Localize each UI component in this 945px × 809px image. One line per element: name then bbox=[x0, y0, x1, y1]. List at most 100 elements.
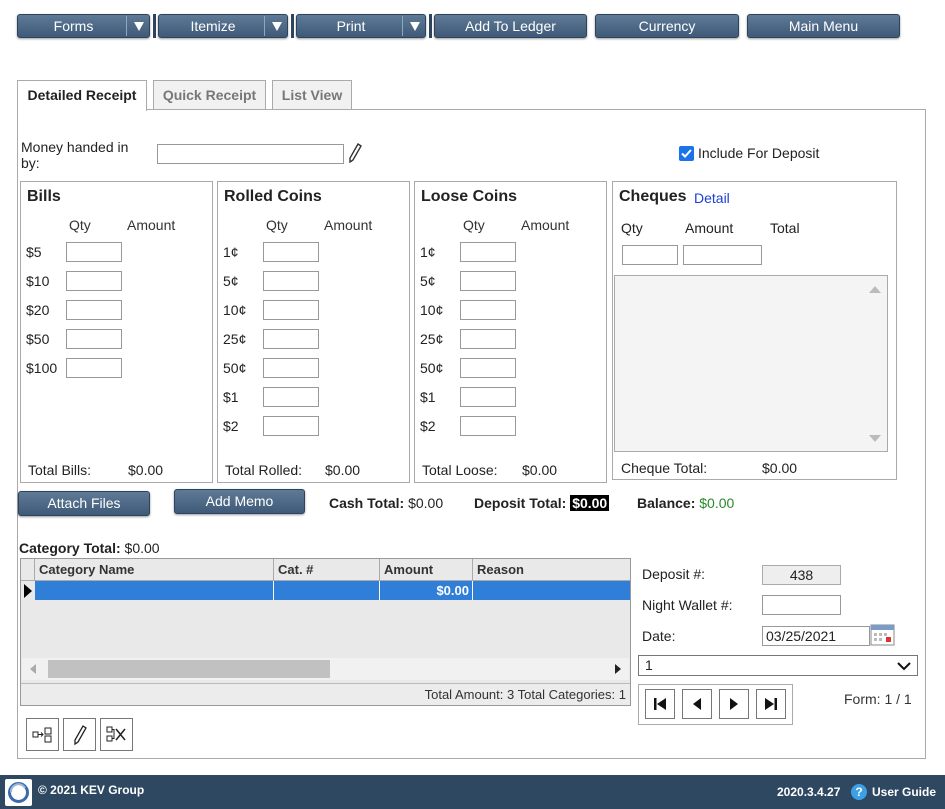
horizontal-scrollbar[interactable] bbox=[22, 658, 629, 680]
user-guide-link[interactable]: User Guide bbox=[872, 785, 936, 799]
rolled-qty-input[interactable] bbox=[263, 300, 319, 320]
first-record-button[interactable] bbox=[645, 689, 675, 719]
rolled-qty-input[interactable] bbox=[263, 387, 319, 407]
loose-qty-input[interactable] bbox=[460, 242, 516, 262]
bills-qty-input[interactable] bbox=[66, 329, 122, 349]
cheque-amount-header: Amount bbox=[685, 220, 734, 236]
amount-header: Amount bbox=[324, 217, 373, 233]
denomination-label: 10¢ bbox=[223, 302, 247, 318]
money-handed-input[interactable] bbox=[157, 144, 344, 164]
cheques-title: Cheques bbox=[619, 188, 687, 205]
delete-category-button[interactable] bbox=[100, 718, 133, 751]
loose-qty-input[interactable] bbox=[460, 416, 516, 436]
tab-detailed-receipt[interactable]: Detailed Receipt bbox=[17, 80, 147, 111]
qty-header: Qty bbox=[69, 217, 91, 233]
bills-qty-input[interactable] bbox=[66, 242, 122, 262]
night-wallet-input[interactable] bbox=[762, 595, 841, 615]
category-grid[interactable]: Category Name Cat. # Amount Reason $0.00… bbox=[20, 558, 631, 706]
chevron-down-icon bbox=[272, 22, 282, 31]
denomination-label: 25¢ bbox=[420, 331, 444, 347]
pencil-icon[interactable] bbox=[348, 143, 362, 166]
last-record-icon bbox=[765, 698, 777, 710]
next-record-button[interactable] bbox=[719, 689, 749, 719]
last-record-button[interactable] bbox=[756, 689, 786, 719]
scroll-left-icon[interactable] bbox=[30, 664, 36, 674]
loose-qty-input[interactable] bbox=[460, 271, 516, 291]
help-icon[interactable]: ? bbox=[851, 784, 867, 800]
add-memo-button[interactable]: Add Memo bbox=[174, 489, 305, 514]
loose-qty-input[interactable] bbox=[460, 300, 516, 320]
bills-qty-input[interactable] bbox=[66, 300, 122, 320]
denomination-label: 5¢ bbox=[223, 273, 239, 289]
kev-logo-icon bbox=[5, 779, 32, 806]
bills-qty-input[interactable] bbox=[66, 358, 122, 378]
toolbar-divider bbox=[291, 14, 294, 38]
scroll-down-icon[interactable] bbox=[869, 435, 881, 442]
main-menu-button[interactable]: Main Menu bbox=[747, 14, 900, 38]
denomination-label: 1¢ bbox=[420, 244, 436, 260]
grid-corner bbox=[21, 559, 35, 581]
column-header-category-name[interactable]: Category Name bbox=[35, 559, 274, 581]
column-header-cat-no[interactable]: Cat. # bbox=[274, 559, 380, 581]
tab-quick-receipt[interactable]: Quick Receipt bbox=[153, 80, 266, 110]
column-header-reason[interactable]: Reason bbox=[473, 559, 630, 581]
qty-header: Qty bbox=[266, 217, 288, 233]
rolled-qty-input[interactable] bbox=[263, 358, 319, 378]
currency-button[interactable]: Currency bbox=[595, 14, 739, 38]
cheque-list[interactable] bbox=[614, 275, 888, 452]
cell-amount[interactable]: $0.00 bbox=[380, 581, 473, 600]
move-category-button[interactable] bbox=[26, 718, 59, 751]
next-record-icon bbox=[730, 698, 738, 710]
loose-qty-input[interactable] bbox=[460, 329, 516, 349]
denomination-label: $10 bbox=[26, 273, 50, 289]
denomination-label: $20 bbox=[26, 302, 50, 318]
rolled-qty-input[interactable] bbox=[263, 416, 319, 436]
previous-record-button[interactable] bbox=[682, 689, 712, 719]
form-select-value: 1 bbox=[645, 657, 653, 673]
money-handed-label: Money handed in by: bbox=[21, 139, 129, 171]
form-select[interactable]: 1 bbox=[638, 655, 918, 676]
itemize-menu-button[interactable]: Itemize bbox=[158, 14, 288, 38]
rolled-qty-input[interactable] bbox=[263, 242, 319, 262]
denomination-label: 5¢ bbox=[420, 273, 436, 289]
cheques-detail-link[interactable]: Detail bbox=[694, 190, 730, 206]
calendar-icon[interactable] bbox=[870, 623, 895, 647]
cell-category-name[interactable] bbox=[35, 581, 274, 600]
loose-qty-input[interactable] bbox=[460, 387, 516, 407]
cell-reason[interactable] bbox=[473, 581, 630, 600]
cheque-qty-input[interactable] bbox=[622, 245, 678, 265]
version-text: 2020.3.4.27 bbox=[777, 785, 841, 799]
scroll-up-icon[interactable] bbox=[869, 286, 881, 293]
date-input[interactable]: 03/25/2021 bbox=[762, 626, 870, 646]
deposit-total: Deposit Total: $0.00 bbox=[474, 495, 610, 511]
loose-qty-input[interactable] bbox=[460, 358, 516, 378]
attach-files-button[interactable]: Attach Files bbox=[18, 491, 150, 516]
rolled-qty-input[interactable] bbox=[263, 329, 319, 349]
print-menu-button[interactable]: Print bbox=[296, 14, 426, 38]
denomination-label: 50¢ bbox=[420, 360, 444, 376]
edit-category-button[interactable] bbox=[63, 718, 96, 751]
cheque-total-value: $0.00 bbox=[762, 460, 798, 476]
deposit-total-label: Deposit Total: bbox=[474, 495, 567, 511]
scrollbar-thumb[interactable] bbox=[48, 660, 330, 678]
form-page-indicator: Form: 1 / 1 bbox=[844, 691, 912, 707]
scroll-right-icon[interactable] bbox=[615, 664, 621, 674]
cheque-amount-input[interactable] bbox=[683, 245, 762, 265]
table-row[interactable]: $0.00 bbox=[35, 581, 630, 600]
tab-list-view[interactable]: List View bbox=[272, 80, 352, 110]
include-deposit-checkbox[interactable] bbox=[679, 146, 694, 161]
previous-record-icon bbox=[693, 698, 701, 710]
cash-total-label: Cash Total: bbox=[329, 495, 405, 511]
bills-qty-input[interactable] bbox=[66, 271, 122, 291]
add-to-ledger-button[interactable]: Add To Ledger bbox=[434, 14, 587, 38]
rolled-qty-input[interactable] bbox=[263, 271, 319, 291]
move-category-icon bbox=[32, 727, 52, 743]
cheque-total-label: Cheque Total: bbox=[621, 460, 708, 476]
cell-cat-no[interactable] bbox=[274, 581, 380, 600]
cheque-qty-header: Qty bbox=[621, 220, 643, 236]
deposit-no-label: Deposit #: bbox=[642, 566, 706, 582]
total-loose-value: $0.00 bbox=[522, 462, 558, 478]
forms-menu-button[interactable]: Forms bbox=[17, 14, 150, 38]
column-header-amount[interactable]: Amount bbox=[380, 559, 473, 581]
denomination-label: 25¢ bbox=[223, 331, 247, 347]
